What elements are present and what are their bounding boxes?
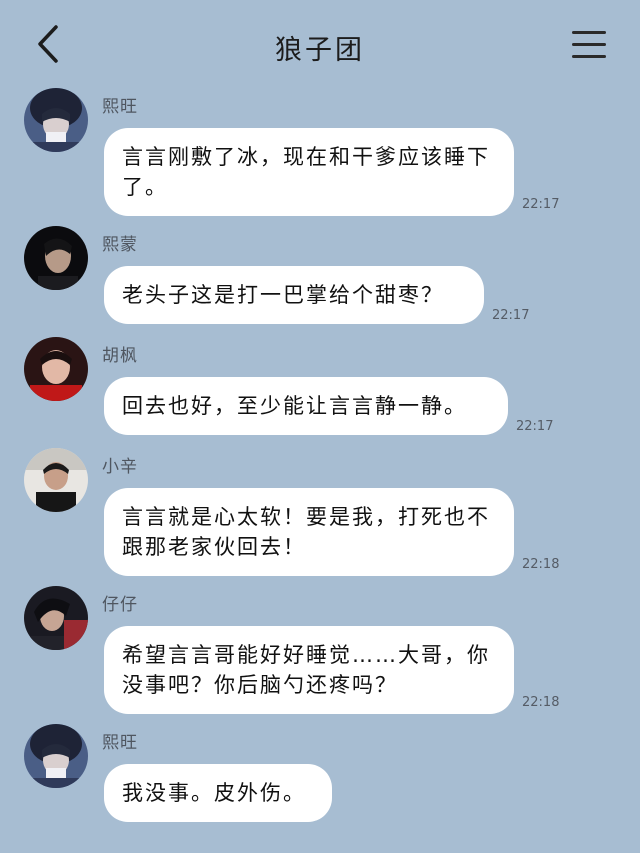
message-bubble: 回去也好，至少能让言言静一静。 [104, 377, 508, 435]
sender-name: 熙旺 [102, 97, 138, 117]
message-bubble: 我没事。皮外伤。 [104, 764, 332, 822]
sender-name: 仔仔 [102, 595, 138, 615]
avatar[interactable] [24, 88, 88, 152]
sender-name: 熙旺 [102, 733, 138, 753]
message-bubble: 希望言言哥能好好睡觉……大哥，你没事吧？你后脑勺还疼吗？ [104, 626, 514, 714]
sender-name: 熙蒙 [102, 235, 138, 255]
message-time: 22:17 [522, 197, 560, 212]
sender-name: 小辛 [102, 457, 138, 477]
avatar[interactable] [24, 226, 88, 290]
message-bubble: 言言刚敷了冰，现在和干爹应该睡下了。 [104, 128, 514, 216]
menu-button[interactable] [570, 30, 610, 60]
message-bubble: 言言就是心太软！要是我，打死也不跟那老家伙回去！ [104, 488, 514, 576]
avatar[interactable] [24, 337, 88, 401]
message-time: 22:18 [522, 695, 560, 710]
message-time: 22:18 [522, 557, 560, 572]
message-time: 22:17 [492, 308, 530, 323]
message-time: 22:17 [516, 419, 554, 434]
chat-title: 狼子团 [275, 35, 365, 66]
avatar[interactable] [24, 448, 88, 512]
avatar[interactable] [24, 724, 88, 788]
top-bar: 狼子团 [0, 0, 640, 90]
message-bubble: 老头子这是打一巴掌给个甜枣？ [104, 266, 484, 324]
avatar[interactable] [24, 586, 88, 650]
sender-name: 胡枫 [102, 346, 138, 366]
